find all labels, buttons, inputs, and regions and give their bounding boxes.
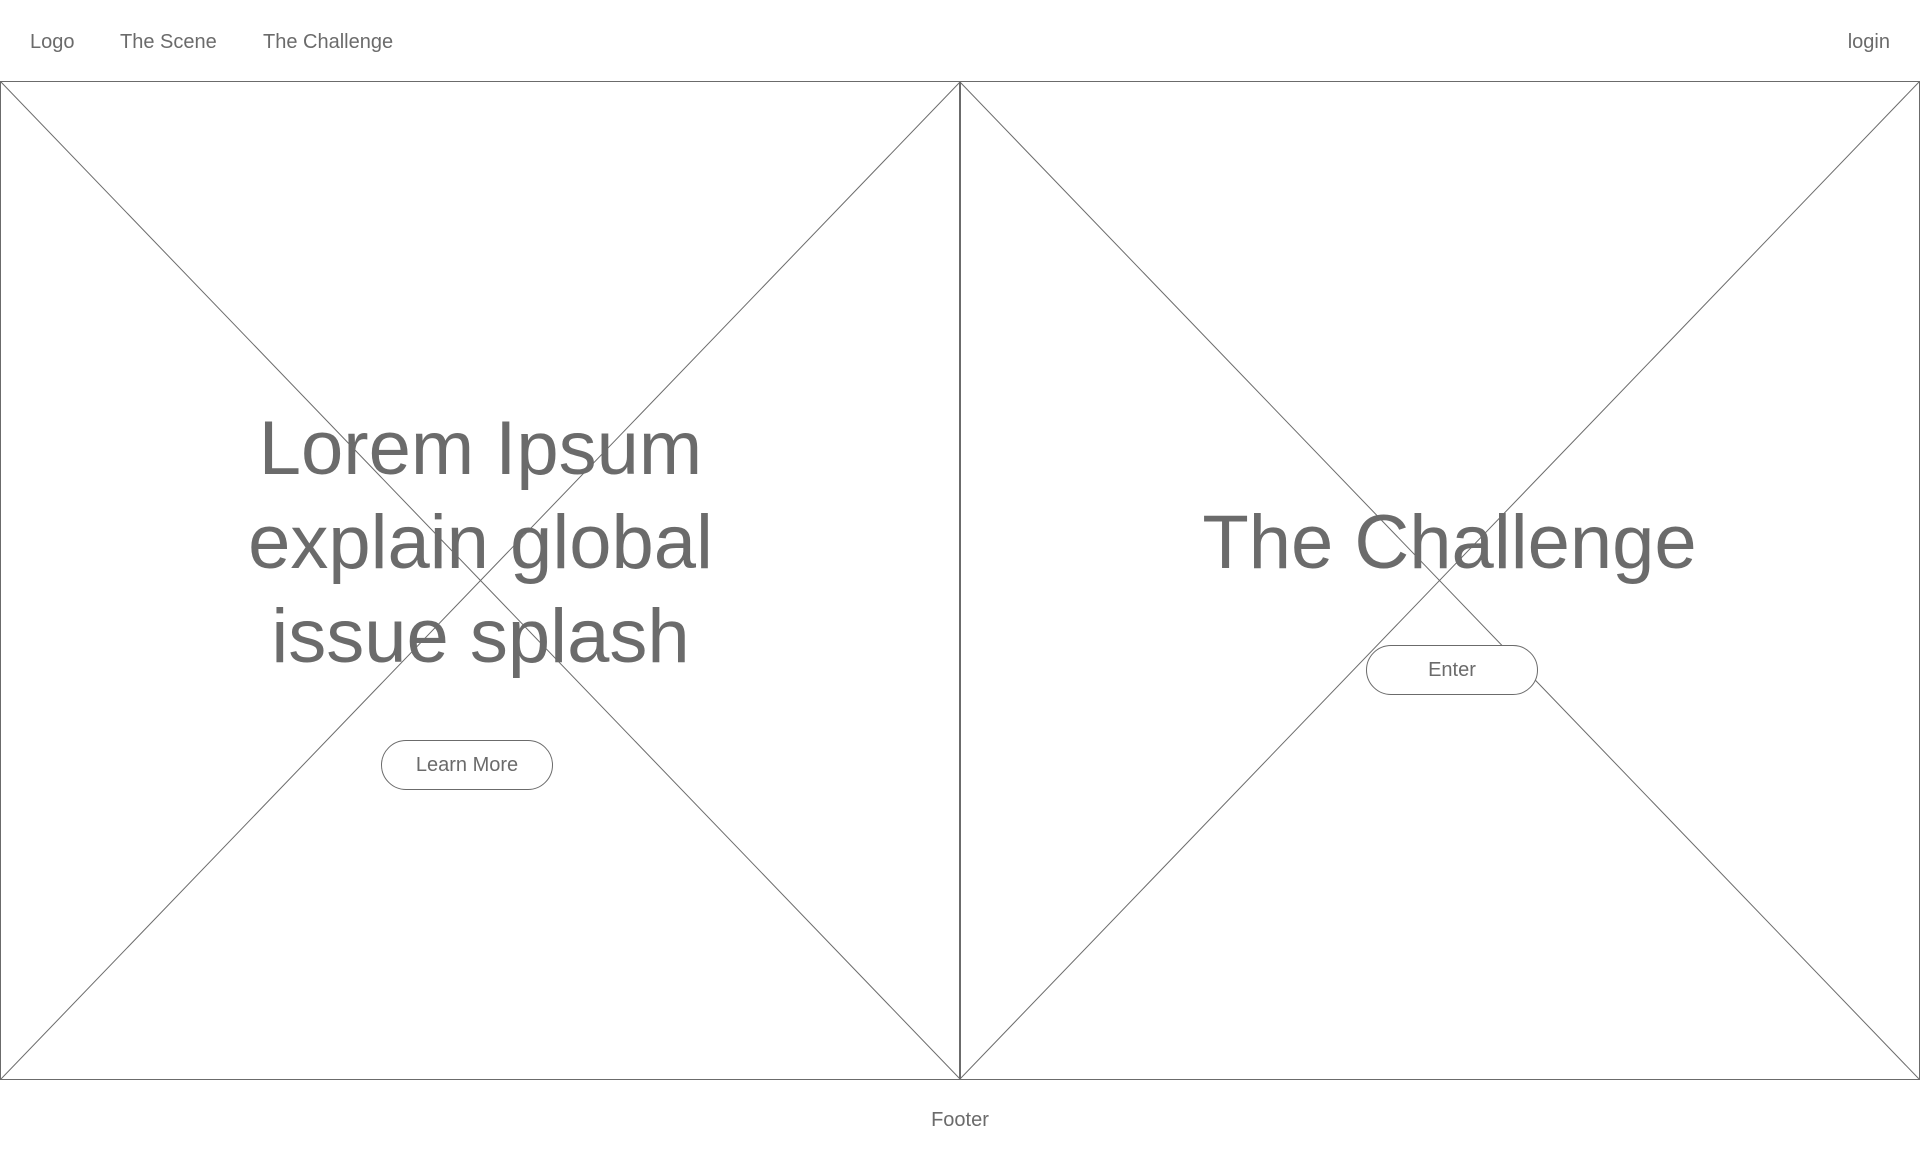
- intro-headline: Lorem Ipsum explain global issue splash: [248, 406, 713, 679]
- login-link[interactable]: login: [1848, 30, 1890, 54]
- challenge-headline: The Challenge: [1202, 500, 1697, 585]
- learn-more-button[interactable]: Learn More: [381, 740, 553, 790]
- footer: Footer: [931, 1109, 989, 1131]
- top-navigation: Logo The Scene The Challenge login: [0, 0, 1920, 82]
- nav-item-the-challenge[interactable]: The Challenge: [263, 30, 393, 54]
- logo[interactable]: Logo: [30, 30, 75, 54]
- enter-button[interactable]: Enter: [1366, 645, 1538, 695]
- intro-panel: Lorem Ipsum explain global issue splash …: [0, 81, 961, 1080]
- nav-item-the-scene[interactable]: The Scene: [120, 30, 217, 54]
- challenge-panel: The Challenge Enter: [959, 81, 1920, 1080]
